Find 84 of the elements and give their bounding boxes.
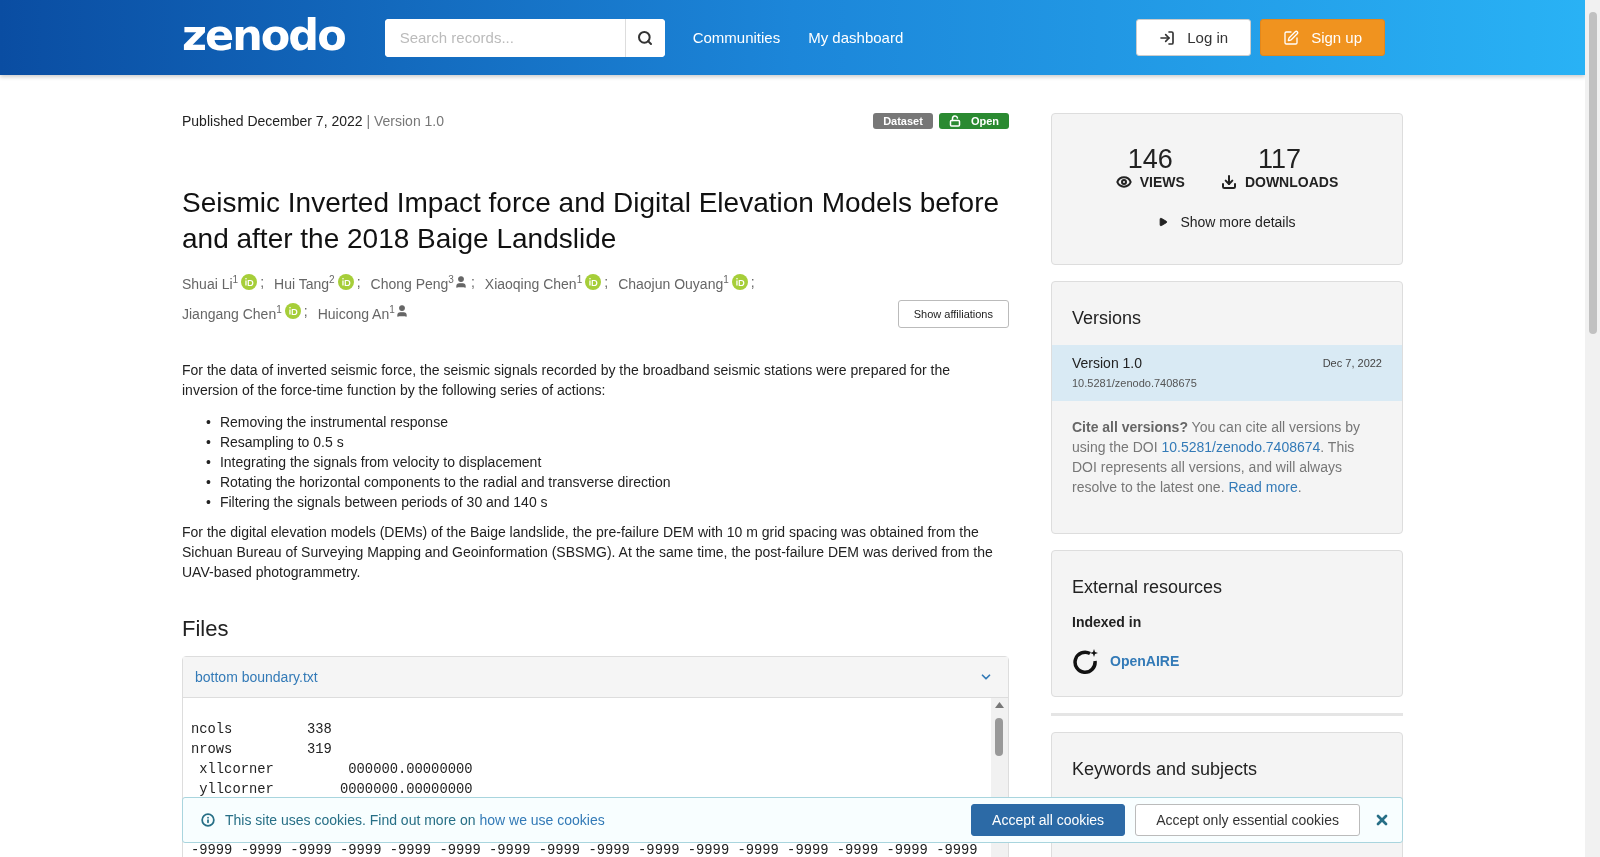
search-field[interactable]: Search records... <box>384 18 665 57</box>
stat-value: 146 <box>1127 144 1173 174</box>
description-text: For the data of inverted seismic force, the seismic signals recorded by the broadband seismic stations were prepared for the inversion of the force-time function by the following series of actions: <box>182 361 952 401</box>
list-item: Filtering the signals between periods of 30 and 140 s <box>219 493 548 513</box>
indexed-in-label: Indexed in <box>1071 614 1143 630</box>
separator: ; <box>303 302 308 322</box>
close-button[interactable] <box>1374 812 1390 828</box>
id-badge-icon[interactable] <box>337 273 354 290</box>
cookie-policy-link[interactable]: how we use cookies <box>479 812 605 828</box>
person-icon <box>453 274 468 289</box>
login-button[interactable]: Log in <box>1136 19 1252 56</box>
search-button[interactable] <box>624 18 665 57</box>
file-name-link[interactable]: bottom boundary.txt <box>195 669 318 686</box>
list-item: Resampling to 0.5 s <box>219 433 344 453</box>
search-icon <box>637 29 654 46</box>
separator: ; <box>470 272 475 292</box>
file-line: yllcorner 0000000.00000000 <box>198 781 474 800</box>
login-icon <box>1159 29 1176 46</box>
file-line: nrows 319 <box>191 741 333 760</box>
nav-link[interactable]: Communities <box>692 29 781 46</box>
publication-date: Published December 7, 2022 | Version 1.0 <box>182 113 445 129</box>
stat-label: VIEWS <box>1139 174 1185 190</box>
version-item[interactable]: Version 1.0 Dec 7, 2022 10.5281/zenodo.7408675 <box>1052 345 1402 401</box>
file-line: ncols 338 <box>191 721 333 740</box>
version-label: Version 1.0 <box>1072 355 1143 371</box>
citation-text: Cite all versions? You can cite all versions by using the DOI 10.5281/zenodo.7408674. This DOI represents all versions, and will always resolve to the latest one. Read more. <box>1071 418 1361 497</box>
bullet: • <box>206 413 211 433</box>
id-badge-icon[interactable] <box>585 273 602 290</box>
bullet: • <box>206 453 211 473</box>
edit-icon <box>1283 29 1300 46</box>
creator-name[interactable]: Xiaoqing Chen$^{1}$ <box>484 269 583 295</box>
logo[interactable]: zenodo <box>182 14 345 57</box>
stat-value: 117 <box>1258 144 1302 174</box>
accept-essential-cookies-button[interactable]: Accept only essential cookies <box>1135 804 1360 836</box>
bullet: • <box>206 493 211 513</box>
scrollbar-thumb[interactable] <box>1589 12 1597 334</box>
show-affiliations-button[interactable]: Show affiliations <box>897 300 1009 329</box>
creator-name[interactable]: Hui Tang$^{2}$ <box>274 269 335 295</box>
info-icon <box>201 813 215 827</box>
version-doi: 10.5281/zenodo.7408675 <box>1072 377 1198 389</box>
accept-all-cookies-button[interactable]: Accept all cookies <box>971 804 1126 836</box>
creator-name[interactable]: Chaojun Ouyang$^{1}$ <box>618 269 729 295</box>
files-heading: Files <box>182 616 230 643</box>
creator-name[interactable]: Shuai Li$^{1}$ <box>182 269 239 295</box>
stat-label: DOWNLOADS <box>1244 174 1339 190</box>
show-more-details-link[interactable]: Show more details <box>1180 214 1296 230</box>
card-heading: Versions <box>1071 307 1143 330</box>
bullet: • <box>206 473 211 493</box>
creator-name[interactable]: Huicong An$^{1}$ <box>317 298 395 325</box>
list-item: Removing the instrumental response <box>219 413 448 433</box>
scrollbar-thumb[interactable] <box>995 718 1003 757</box>
ring-logo-icon <box>1072 648 1098 674</box>
bullet: • <box>206 433 211 453</box>
creator-name[interactable]: Jiangang Chen$^{1}$ <box>182 298 282 325</box>
unlocked-icon <box>948 115 961 127</box>
caret-icon[interactable] <box>1158 217 1169 227</box>
id-badge-icon[interactable] <box>731 273 748 290</box>
person-icon <box>394 304 409 319</box>
cookie-notice-text: This site uses cookies. Find out more on how we use cookies <box>225 812 606 828</box>
scroll-up-icon[interactable] <box>995 702 1004 709</box>
card-heading: Keywords and subjects <box>1071 758 1259 781</box>
card-heading: External resources <box>1071 576 1224 599</box>
version-date: Dec 7, 2022 <box>1322 357 1382 369</box>
read-more-link[interactable]: Read more <box>1228 479 1298 495</box>
separator: ; <box>604 272 609 292</box>
id-badge-icon[interactable] <box>284 303 301 320</box>
record-title: Seismic Inverted Impact force and Digital Elevation Models before and after the 2018 Baige Landslide <box>182 186 1001 256</box>
id-badge-icon[interactable] <box>241 273 258 290</box>
separator: ; <box>260 272 265 292</box>
creator-name[interactable]: Chong Peng$^{3}$ <box>370 269 454 295</box>
nav-link[interactable]: My dashboard <box>808 29 904 46</box>
separator: ; <box>750 272 755 292</box>
access-badge: Open <box>938 113 1009 129</box>
separator: ; <box>356 272 361 292</box>
type-badge: Dataset <box>873 113 933 129</box>
list-item: Integrating the signals from velocity to displacement <box>219 453 542 473</box>
close-icon <box>1374 812 1390 828</box>
download-icon <box>1220 174 1237 190</box>
file-line: xllcorner 000000.00000000 <box>198 761 474 780</box>
openaire-link[interactable]: OpenAIRE <box>1110 653 1180 669</box>
eye-icon <box>1115 174 1132 190</box>
file-line: -9999 -9999 -9999 -9999 -9999 -9999 -9999 -9999 -9999 -9999 -9999 -9999 -9999 -9999 -9999 -9999 <box>191 842 979 857</box>
description-text: For the digital elevation models (DEMs) of the Baige landslide, the pre-failure DEM with 10 m grid spacing was obtained from the Sichuan Bureau of Surveying Mapping and Geoinformation (SBSMG). At the same time, the post-failure DEM was derived from the UAV-based photogrammetry. <box>182 523 994 583</box>
list-item: Rotating the horizontal components to the radial and transverse direction <box>219 473 671 493</box>
